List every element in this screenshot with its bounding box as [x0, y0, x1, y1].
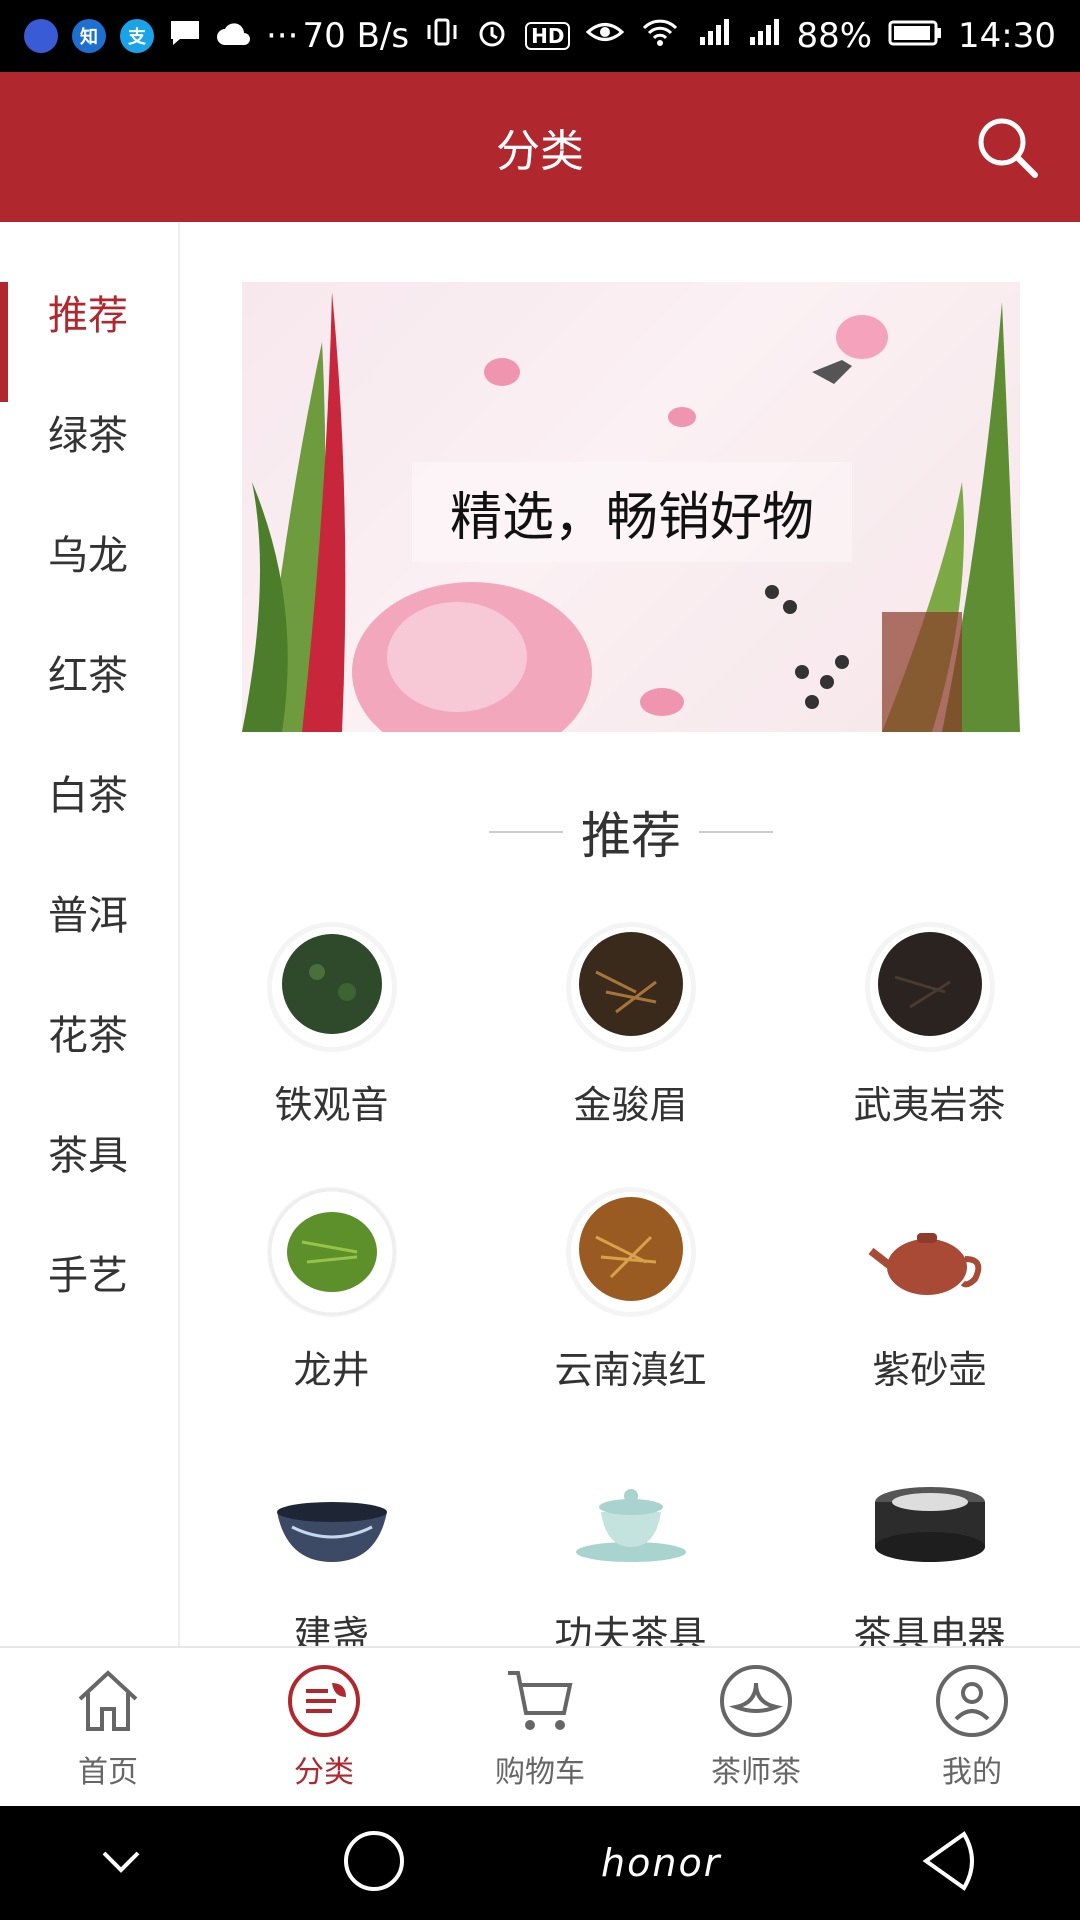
tab-label: 分类	[294, 1755, 354, 1790]
app-header: 分类	[0, 72, 1080, 222]
divider	[699, 831, 773, 833]
sidebar-item-label: 手艺	[48, 1253, 128, 1299]
sidebar-item-puer[interactable]: 普洱	[0, 852, 178, 972]
tab-cart[interactable]: 购物车	[432, 1648, 648, 1806]
home-icon	[78, 1670, 138, 1731]
tab-label: 茶师茶	[711, 1755, 801, 1790]
cart-icon	[508, 1671, 573, 1730]
profile-icon	[936, 1665, 1008, 1737]
search-icon[interactable]	[972, 112, 1044, 184]
category-sidebar: 推荐 绿茶 乌龙 红茶 白茶 普洱 花茶 茶具 手艺	[0, 222, 180, 1646]
category-jinjunmei[interactable]: 金骏眉	[481, 902, 780, 1162]
cloud-icon	[216, 16, 252, 56]
category-tea-appliances[interactable]: 茶具电器	[780, 1432, 1079, 1646]
category-dianhong[interactable]: 云南滇红	[481, 1167, 780, 1427]
more-icon: ···	[266, 16, 299, 56]
category-icon	[288, 1665, 360, 1737]
tea-image	[565, 922, 696, 1052]
section-header: 推荐	[182, 792, 1080, 872]
bottom-tab-bar: 首页 分类 购物车 茶师茶 我的	[0, 1646, 1080, 1806]
category-label: 茶具电器	[853, 1613, 1006, 1646]
divider	[489, 831, 563, 833]
sidebar-item-teaware[interactable]: 茶具	[0, 1092, 178, 1212]
category-label: 铁观音	[274, 1083, 389, 1127]
tea-leaf-icon	[720, 1665, 792, 1737]
gaiwan-image	[566, 1452, 696, 1582]
tea-image	[266, 922, 397, 1052]
page-title: 分类	[496, 126, 584, 177]
alipay-icon: 支	[120, 19, 154, 53]
tab-tea-master[interactable]: 茶师茶	[648, 1648, 864, 1806]
tab-label: 我的	[942, 1755, 1002, 1790]
category-label: 云南滇红	[554, 1348, 707, 1392]
category-label: 功夫茶具	[554, 1613, 707, 1646]
sidebar-item-label: 花茶	[48, 1013, 128, 1059]
category-jianzhan[interactable]: 建盏	[182, 1432, 481, 1646]
status-bar: 知 支 ··· 70 B/s HD 88% 14:30	[0, 0, 1080, 72]
category-gongfu-teaware[interactable]: 功夫茶具	[481, 1432, 780, 1646]
tea-image	[565, 1187, 696, 1317]
sidebar-item-flower-tea[interactable]: 花茶	[0, 972, 178, 1092]
cup-image	[267, 1452, 397, 1582]
clock: 14:30	[958, 16, 1056, 56]
sidebar-item-recommend[interactable]: 推荐	[0, 252, 178, 402]
banner-caption: 精选，畅销好物	[412, 462, 852, 562]
tea-image	[864, 922, 995, 1052]
battery-percent: 88%	[796, 16, 873, 56]
sidebar-item-label: 红茶	[48, 653, 128, 699]
wifi-icon	[640, 16, 680, 57]
category-wuyi-rock-tea[interactable]: 武夷岩茶	[780, 902, 1079, 1162]
appliance-image	[865, 1452, 995, 1582]
zhihu-icon: 知	[72, 19, 106, 53]
hide-nav-icon[interactable]	[96, 1841, 146, 1885]
category-longjing[interactable]: 龙井	[182, 1167, 481, 1427]
chat-icon	[168, 16, 202, 56]
section-title: 推荐	[581, 807, 681, 865]
category-zisha-teapot[interactable]: 紫砂壶	[780, 1167, 1079, 1427]
promo-banner[interactable]: 精选，畅销好物	[242, 282, 1020, 732]
category-label: 建盏	[293, 1613, 370, 1646]
vibrate-icon	[425, 15, 459, 58]
tab-label: 首页	[78, 1755, 138, 1790]
sidebar-item-label: 茶具	[48, 1133, 128, 1179]
battery-icon	[888, 16, 942, 56]
sidebar-item-label: 普洱	[48, 893, 128, 939]
category-label: 武夷岩茶	[853, 1083, 1006, 1127]
eye-icon	[586, 16, 625, 56]
sidebar-item-label: 白茶	[48, 773, 128, 819]
brand-logo: honor	[601, 1841, 722, 1885]
back-button-icon[interactable]	[914, 1826, 984, 1900]
sidebar-item-label: 绿茶	[48, 413, 128, 459]
signal-2g-icon	[746, 16, 780, 56]
app-icon-1	[24, 19, 58, 53]
tab-label: 购物车	[495, 1755, 585, 1790]
tea-image	[266, 1187, 397, 1317]
tab-category[interactable]: 分类	[216, 1648, 432, 1806]
teapot-image	[865, 1187, 995, 1317]
network-speed: 70 B/s	[302, 16, 410, 56]
tab-home[interactable]: 首页	[0, 1648, 216, 1806]
category-tieguanyin[interactable]: 铁观音	[182, 902, 481, 1162]
sidebar-item-craft[interactable]: 手艺	[0, 1212, 178, 1332]
home-button-icon[interactable]	[339, 1826, 409, 1900]
sidebar-item-white-tea[interactable]: 白茶	[0, 732, 178, 852]
sidebar-item-green-tea[interactable]: 绿茶	[0, 372, 178, 492]
category-content: 精选，畅销好物 推荐 铁观音 金骏眉 武夷岩茶 龙井 云南滇红 紫砂壶 建盏 功…	[182, 222, 1080, 1646]
system-nav-bar: honor	[0, 1806, 1080, 1920]
sidebar-item-oolong[interactable]: 乌龙	[0, 492, 178, 612]
tab-me[interactable]: 我的	[864, 1648, 1080, 1806]
sidebar-item-label: 推荐	[48, 293, 128, 339]
alarm-icon	[475, 15, 509, 58]
signal-4g-icon	[696, 16, 730, 56]
hd-badge: HD	[525, 22, 571, 50]
sidebar-item-black-tea[interactable]: 红茶	[0, 612, 178, 732]
category-label: 金骏眉	[573, 1083, 688, 1127]
category-label: 紫砂壶	[872, 1348, 987, 1392]
category-label: 龙井	[293, 1348, 370, 1392]
sidebar-item-label: 乌龙	[48, 533, 128, 579]
